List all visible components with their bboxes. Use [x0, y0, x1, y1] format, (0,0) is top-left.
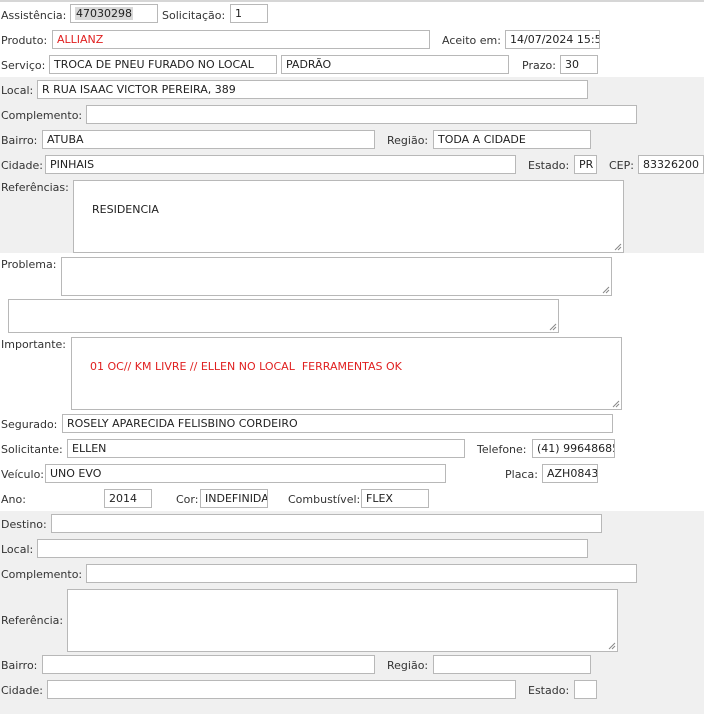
cor-field[interactable]: INDEFINIDA — [200, 489, 268, 508]
importante-label: Importante: — [1, 338, 67, 351]
bairro-field[interactable]: ATUBA — [42, 130, 375, 149]
destino-regiao-field[interactable] — [433, 655, 591, 674]
solicitante-label: Solicitante: — [1, 443, 63, 456]
local-label: Local: — [1, 84, 34, 97]
estado-field[interactable]: PR — [574, 155, 597, 174]
servico-tipo-field[interactable]: PADRÃO — [281, 55, 509, 74]
segurado-field[interactable]: ROSELY APARECIDA FELISBINO CORDEIRO — [62, 414, 613, 433]
ano-label: Ano: — [1, 493, 26, 506]
importante-textarea[interactable]: 01 OC// KM LIVRE // ELLEN NO LOCAL FERRA… — [71, 337, 622, 410]
destino-local-field[interactable] — [37, 539, 588, 558]
resize-grip-icon[interactable] — [600, 284, 610, 294]
destino-regiao-label: Região: — [387, 659, 429, 672]
cidade-field[interactable]: PINHAIS — [45, 155, 516, 174]
local-field[interactable]: R RUA ISAAC VICTOR PEREIRA, 389 — [37, 80, 588, 99]
aceito-field[interactable]: 14/07/2024 15:51 — [505, 30, 600, 49]
referencias-textarea[interactable]: RESIDENCIA — [73, 180, 624, 253]
problema-extra-textarea[interactable] — [8, 299, 559, 333]
destino-complemento-label: Complemento: — [1, 568, 83, 581]
veiculo-field[interactable]: UNO EVO — [45, 464, 446, 483]
destino-complemento-field[interactable] — [86, 564, 637, 583]
complemento-field[interactable] — [86, 105, 637, 124]
prazo-field[interactable]: 30 — [560, 55, 598, 74]
resize-grip-icon[interactable] — [606, 640, 616, 650]
cep-field[interactable]: 83326200 — [638, 155, 704, 174]
destino-cidade-field[interactable] — [47, 680, 516, 699]
cep-label: CEP: — [609, 159, 634, 172]
importante-value: 01 OC// KM LIVRE // ELLEN NO LOCAL FERRA… — [90, 360, 402, 373]
prazo-label: Prazo: — [522, 59, 556, 72]
combustivel-field[interactable]: FLEX — [361, 489, 429, 508]
complemento-label: Complemento: — [1, 109, 83, 122]
destino-label: Destino: — [1, 518, 47, 531]
servico-field[interactable]: TROCA DE PNEU FURADO NO LOCAL — [49, 55, 277, 74]
destino-cidade-label: Cidade: — [1, 684, 43, 697]
referencias-value: RESIDENCIA — [92, 203, 159, 216]
destino-estado-field[interactable] — [574, 680, 597, 699]
destino-field[interactable] — [51, 514, 602, 533]
veiculo-label: Veículo: — [1, 468, 45, 481]
ano-field[interactable]: 2014 — [104, 489, 152, 508]
assistencia-label: Assistência: — [1, 9, 67, 22]
estado-label: Estado: — [528, 159, 570, 172]
service-order-form: Assistência: 47030298 Solicitação: 1 Pro… — [0, 0, 704, 714]
resize-grip-icon[interactable] — [547, 321, 557, 331]
assistencia-value: 47030298 — [75, 7, 133, 20]
cidade-label: Cidade: — [1, 159, 43, 172]
resize-grip-icon[interactable] — [610, 398, 620, 408]
servico-label: Serviço: — [1, 59, 46, 72]
produto-label: Produto: — [1, 34, 48, 47]
regiao-field[interactable]: TODA A CIDADE — [433, 130, 591, 149]
problema-textarea[interactable] — [61, 257, 612, 296]
solicitacao-label: Solicitação: — [162, 9, 226, 22]
cor-label: Cor: — [176, 493, 199, 506]
resize-grip-icon[interactable] — [612, 241, 622, 251]
destino-referencia-textarea[interactable] — [67, 589, 618, 652]
referencias-label: Referências: — [1, 181, 69, 194]
bairro-label: Bairro: — [1, 134, 38, 147]
produto-field[interactable]: ALLIANZ — [52, 30, 430, 49]
placa-label: Placa: — [505, 468, 538, 481]
solicitacao-field[interactable]: 1 — [230, 4, 268, 23]
destino-referencia-label: Referência: — [1, 614, 64, 627]
aceito-label: Aceito em: — [442, 34, 501, 47]
telefone-label: Telefone: — [477, 443, 527, 456]
combustivel-label: Combustível: — [288, 493, 361, 506]
assistencia-field[interactable]: 47030298 — [70, 4, 158, 23]
telefone-field[interactable]: (41) 996486850 — [532, 439, 615, 458]
solicitante-field[interactable]: ELLEN — [67, 439, 465, 458]
destino-local-label: Local: — [1, 543, 34, 556]
problema-label: Problema: — [1, 258, 57, 271]
placa-field[interactable]: AZH0843 — [542, 464, 598, 483]
regiao-label: Região: — [387, 134, 429, 147]
segurado-label: Segurado: — [1, 418, 58, 431]
destino-bairro-label: Bairro: — [1, 659, 38, 672]
destino-bairro-field[interactable] — [42, 655, 375, 674]
destino-estado-label: Estado: — [528, 684, 570, 697]
